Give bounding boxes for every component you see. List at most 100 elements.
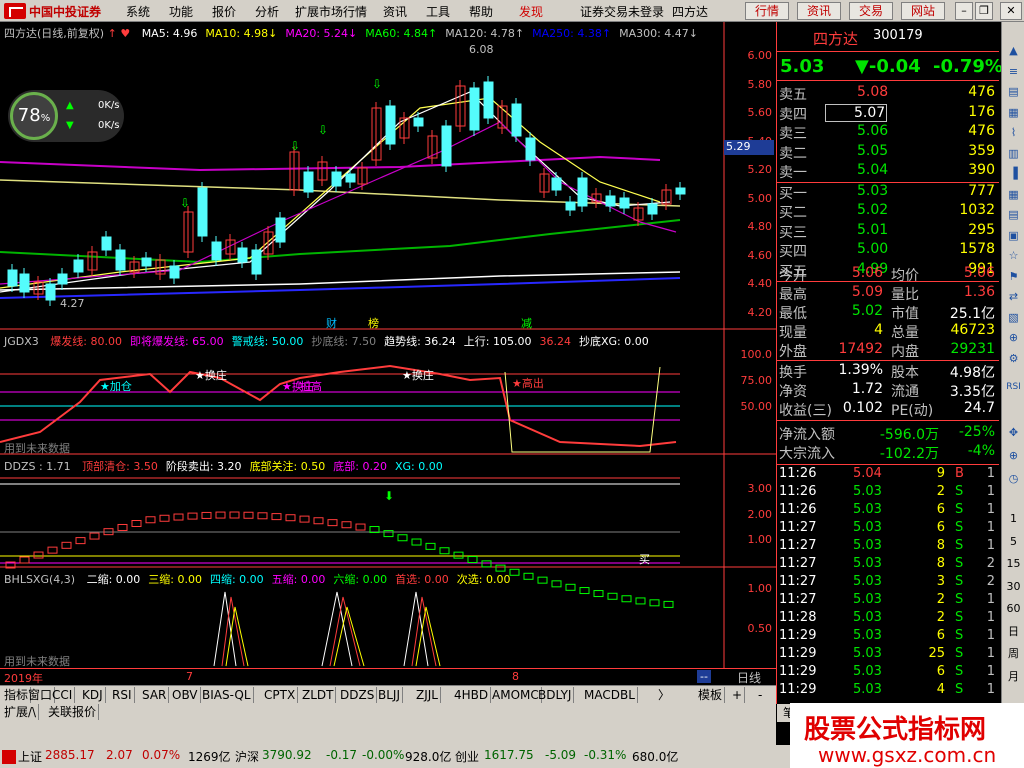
candle-body	[45, 283, 56, 301]
bar-icon[interactable]: ▐	[1004, 165, 1023, 183]
indicator-tab[interactable]: 4HBD	[452, 687, 492, 703]
period-button[interactable]: 30	[1004, 578, 1023, 596]
indicator-tab[interactable]: SAR	[140, 687, 170, 703]
menu-item-quote[interactable]: 报价	[212, 3, 236, 20]
tick-time: 11:27	[779, 556, 817, 571]
layout-icon[interactable]: ▧	[1004, 309, 1023, 327]
menu-item-system[interactable]: 系统	[126, 3, 150, 20]
stat-value: 17492	[838, 341, 883, 357]
indicator-tab[interactable]: CCI	[50, 687, 76, 703]
chart-icon[interactable]: ▤	[1004, 83, 1023, 101]
period-button[interactable]: 周	[1004, 645, 1023, 663]
side-rsi-button[interactable]: RSI	[1004, 378, 1023, 396]
quote-button[interactable]: 行情	[745, 2, 789, 20]
period-button[interactable]: 15	[1004, 555, 1023, 573]
period-label[interactable]: 日线	[737, 669, 761, 686]
indicator-tab[interactable]: DDZS	[338, 687, 378, 703]
ask-row[interactable]: 卖三 5.06 476	[777, 123, 999, 142]
bid-row[interactable]: 买三 5.01 295	[777, 221, 999, 241]
period-button[interactable]: 60	[1004, 600, 1023, 618]
news-icon[interactable]: ▣	[1004, 227, 1023, 245]
remove-window-button[interactable]: -	[756, 687, 764, 703]
list-icon[interactable]: ≡	[1004, 63, 1023, 81]
compare-icon[interactable]: ⇄	[1004, 288, 1023, 306]
gem-index-label[interactable]: 创业	[455, 748, 479, 765]
restore-icon[interactable]: ❐	[975, 2, 993, 20]
gauge-value: 78	[17, 105, 41, 126]
menu-item-tools[interactable]: 工具	[426, 3, 450, 20]
ask-row[interactable]: 卖五 5.08 476	[777, 84, 999, 103]
menu-item-function[interactable]: 功能	[169, 3, 193, 20]
candle-icon[interactable]: ▥	[1004, 145, 1023, 163]
event-marker-board[interactable]: 榜	[368, 315, 379, 331]
axis-tick-label: 5.20	[747, 163, 773, 176]
bid-row[interactable]: 买四 5.00 1578	[777, 241, 999, 260]
indicator-tab[interactable]: BIAS-QL	[200, 687, 254, 703]
indicator-tab[interactable]: MACDBL	[582, 687, 638, 703]
event-marker-finance[interactable]: 财	[326, 315, 337, 331]
ask-row[interactable]: 卖四 5.07 176	[777, 103, 999, 123]
menu-item-analysis[interactable]: 分析	[255, 3, 279, 20]
date-axis: 2019年 7 8 -- 日线	[0, 668, 776, 685]
menu-item-discover[interactable]: 发现	[519, 3, 543, 20]
ddzs-bar	[75, 537, 86, 545]
move-icon[interactable]: ✥	[1004, 424, 1023, 442]
extension-tab[interactable]: 扩展/\	[2, 704, 40, 720]
chart-area[interactable]: ⇩ ⇩ ⇩ ⇩ ⬇ 四方达(日线,前复权) ↑ ♥ MA5: 4.96 MA10: 4.9…	[0, 22, 776, 685]
ask-row[interactable]: 卖一 5.04 390	[777, 162, 999, 181]
tabs-scroll-icon[interactable]: 〉	[656, 687, 672, 703]
ddzs-bar	[579, 587, 590, 595]
indicator-tab[interactable]: OBV	[170, 687, 201, 703]
menu-item-help[interactable]: 帮助	[469, 3, 493, 20]
ddzs-bar	[537, 576, 548, 584]
indicator-tab[interactable]: ZJJL	[414, 687, 441, 703]
period-button[interactable]: 1	[1004, 510, 1023, 528]
bid-row[interactable]: 买一 5.03 777	[777, 182, 999, 202]
tick-price: 5.03	[853, 484, 882, 499]
period-button[interactable]: 日	[1004, 623, 1023, 641]
ddzs-legend-item: 阶段卖出: 3.20	[165, 460, 242, 473]
top-arrow-icon[interactable]: ▲	[1004, 42, 1023, 60]
website-button[interactable]: 网站	[901, 2, 945, 20]
sh-index-change: 2.07	[106, 748, 133, 762]
stats-divider	[777, 360, 999, 361]
indicator-tab[interactable]: CPTX	[262, 687, 299, 703]
indicator-tab[interactable]: BLJJ	[376, 687, 403, 703]
news-button[interactable]: 资讯	[797, 2, 841, 20]
menu-item-news[interactable]: 资讯	[383, 3, 407, 20]
event-marker-reduce[interactable]: 减	[521, 315, 532, 331]
star-icon[interactable]: ☆	[1004, 247, 1023, 265]
zoom-icon[interactable]: ⊕	[1004, 329, 1023, 347]
zoom-in-icon[interactable]: ⊕	[1004, 447, 1023, 465]
indicator-tab[interactable]: ZLDT	[300, 687, 337, 703]
hs-index-label[interactable]: 沪深	[235, 748, 259, 765]
related-quote-tab[interactable]: 关联报价	[46, 704, 100, 720]
sh-index-label[interactable]: 上证	[18, 748, 42, 765]
ask-row[interactable]: 卖二 5.05 359	[777, 143, 999, 162]
level-volume: 777	[968, 182, 995, 199]
period-button[interactable]: 月	[1004, 668, 1023, 686]
indicator-tab[interactable]: AMOMC	[490, 687, 542, 703]
trend-icon[interactable]: ⌇	[1004, 124, 1023, 142]
jgdx-legend-item: 上行: 105.00	[463, 335, 532, 348]
config-icon[interactable]: ⚙	[1004, 350, 1023, 368]
bid-row[interactable]: 买二 5.02 1032	[777, 202, 999, 221]
trade-button[interactable]: 交易	[849, 2, 893, 20]
table-icon[interactable]: ▦	[1004, 186, 1023, 204]
indicator-tab[interactable]: RSI	[110, 687, 135, 703]
menu-item-extended-market[interactable]: 扩展市场行情	[295, 3, 367, 20]
indicator-tab[interactable]: KDJ	[80, 687, 106, 703]
book-icon[interactable]: ▤	[1004, 206, 1023, 224]
ddzs-bar	[649, 599, 660, 607]
minimize-icon[interactable]: –	[955, 2, 973, 20]
period-button[interactable]: 5	[1004, 533, 1023, 551]
level-price: 5.01	[857, 221, 889, 238]
grid-icon[interactable]: ▦	[1004, 104, 1023, 122]
indicator-tab[interactable]: BDLYJ	[536, 687, 575, 703]
close-icon[interactable]: ✕	[1000, 2, 1022, 20]
template-tab[interactable]: 模板	[696, 687, 726, 703]
minute-icon[interactable]: ◷	[1004, 470, 1023, 488]
axis-tick-label: 2.00	[747, 507, 773, 521]
flag-icon[interactable]: ⚑	[1004, 268, 1023, 286]
add-window-button[interactable]: +	[730, 687, 746, 703]
